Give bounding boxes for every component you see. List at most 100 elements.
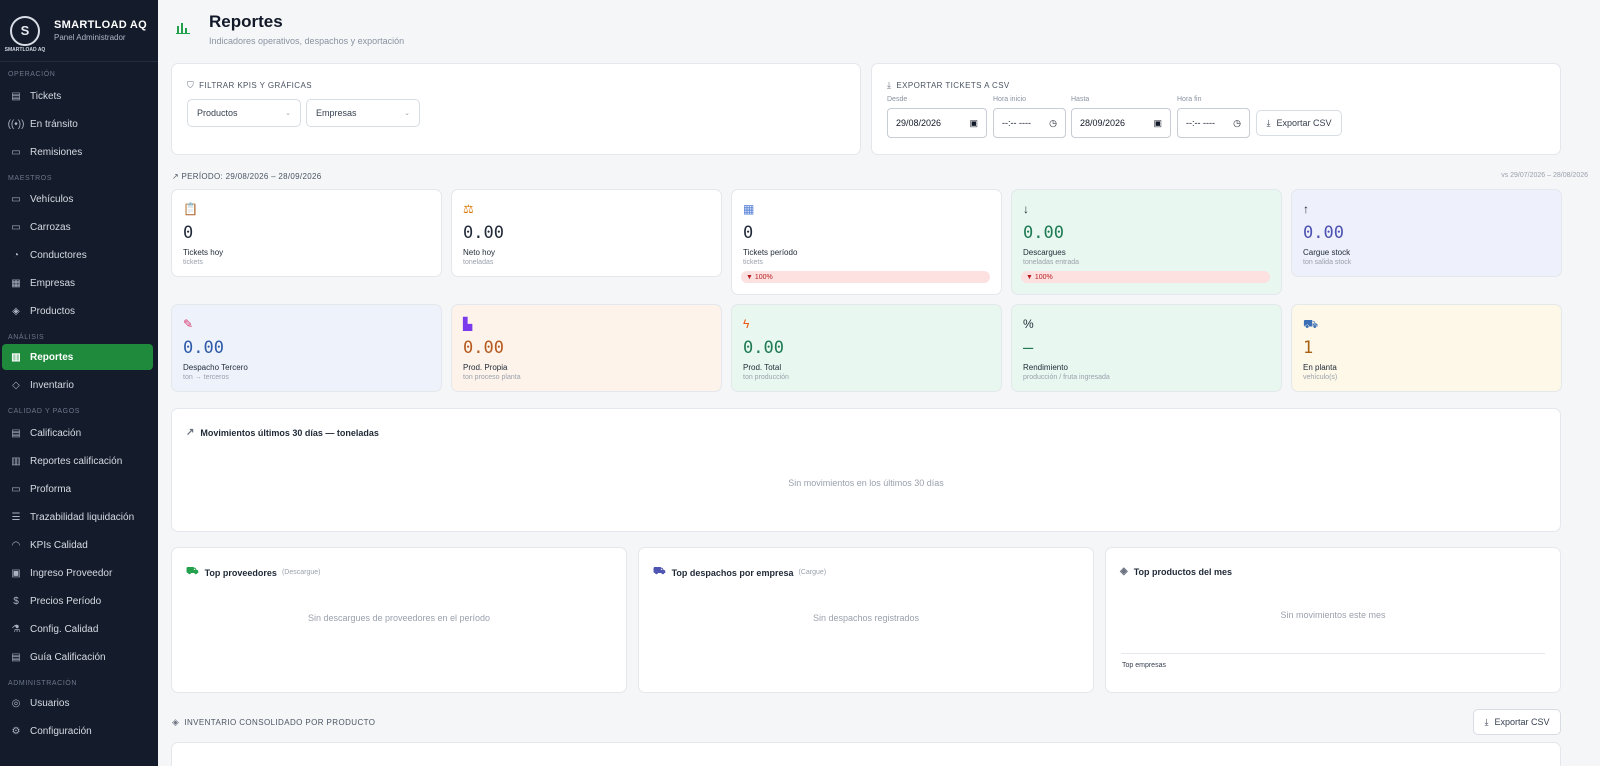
kpi-sub: ton producción: [743, 374, 789, 381]
kpi-card: % — Rendimiento producción / fruta ingresad…: [1011, 304, 1282, 392]
top-suppliers-card: ⛟ Top proveedores (Descargue) Sin descargu…: [171, 547, 627, 693]
sidebar-item-en-transito[interactable]: ((•)) En tránsito: [2, 111, 153, 137]
top-dispatches-empty: Sin despachos registrados: [812, 613, 920, 623]
truck-icon: ⛟: [653, 566, 666, 577]
kpi-value: 0.00: [463, 223, 504, 243]
kpi-card: ✎ 0.00 Despacho Tercero ton → terceros: [171, 304, 442, 392]
bar-chart-icon: ▥: [11, 351, 21, 363]
top-companies-label: Top empresas: [1122, 662, 1166, 669]
bolt-icon: ϟ: [743, 317, 750, 331]
download-icon: ⤓: [1266, 117, 1271, 128]
layers-icon: ◇: [12, 379, 20, 391]
scale-icon: ⚖: [463, 202, 474, 216]
sidebar-item-configuracion[interactable]: ⚙ Configuración: [2, 718, 153, 744]
download-icon: ⤓: [887, 80, 892, 90]
kpi-card: ↓ 0.00 Descargues toneladas entrada ▼ 100%: [1011, 189, 1282, 295]
sidebar-item-calificacion[interactable]: ▤ Calificación: [2, 420, 153, 446]
dollar-icon: $: [13, 595, 19, 607]
kpi-card: ⚖ 0.00 Neto hoy toneladas: [451, 189, 722, 277]
inventory-export-button[interactable]: ⤓ Exportar CSV: [1473, 709, 1561, 735]
sidebar-item-trazabilidad[interactable]: ☰ Trazabilidad liquidación: [2, 504, 153, 530]
sidebar-item-proforma[interactable]: ▭ Proforma: [2, 476, 153, 502]
chevron-down-icon: ⌄: [285, 110, 291, 117]
arrow-down-icon: ↓: [1023, 202, 1029, 216]
clipboard-check-icon: ▤: [11, 427, 21, 439]
kpi-change-badge: ▼ 100%: [1021, 271, 1270, 283]
sidebar-item-inventario[interactable]: ◇ Inventario: [2, 372, 153, 398]
divider: [1121, 653, 1545, 654]
building-icon: ▦: [11, 277, 21, 289]
sidebar-item-remisiones[interactable]: ▭ Remisiones: [2, 139, 153, 165]
sidebar-item-tickets[interactable]: ▤ Tickets: [2, 83, 153, 109]
calendar-icon: ▦: [743, 202, 755, 216]
start-time-label: Hora inicio: [993, 96, 1027, 103]
kpi-value: 0.00: [743, 338, 784, 358]
to-label: Hasta: [1071, 96, 1090, 103]
sidebar-item-empresas[interactable]: ▦ Empresas: [2, 270, 153, 296]
kpi-value: 1: [1303, 338, 1314, 358]
from-label: Desde: [887, 96, 908, 103]
start-time-input[interactable]: --:-- ---- ◷: [993, 108, 1066, 138]
page-title: Reportes: [209, 12, 283, 31]
export-csv-button[interactable]: ⤓ Exportar CSV: [1256, 110, 1342, 136]
sliders-icon: ☰: [11, 511, 21, 523]
brand-logo: S SMARTLOAD AQ: [5, 15, 45, 53]
book-icon: ▤: [11, 651, 21, 663]
sidebar-item-conductores[interactable]: ◔ Conductores: [2, 242, 153, 268]
sidebar-item-kpis-calidad[interactable]: ◠ KPIs Calidad: [2, 532, 153, 558]
sidebar-item-precios-periodo[interactable]: $ Precios Período: [2, 588, 153, 614]
movements-card: ↗ Movimientos últimos 30 días — toneladas…: [171, 408, 1561, 532]
products-select[interactable]: Productos ⌄: [187, 99, 301, 127]
sidebar-item-usuarios[interactable]: ◎ Usuarios: [2, 690, 153, 716]
sidebar-item-reportes[interactable]: ▥ Reportes: [2, 344, 153, 370]
trend-icon: ↗: [172, 172, 182, 181]
bar-chart-icon: ▥: [11, 455, 21, 467]
kpi-card: ϟ 0.00 Prod. Total ton producción: [731, 304, 1002, 392]
flask-icon: ⚗: [11, 623, 21, 635]
sidebar-item-productos[interactable]: ◈ Productos: [2, 298, 153, 324]
period-label: ↗ PERÍODO: 29/08/2026 – 28/09/2026: [172, 172, 322, 181]
companies-select[interactable]: Empresas ⌄: [306, 99, 420, 127]
top-suppliers-title: ⛟ Top proveedores (Descargue): [186, 566, 321, 578]
bar-chart-icon: [176, 20, 192, 36]
sidebar-item-config-calidad[interactable]: ⚗ Config. Calidad: [2, 616, 153, 642]
truck-icon: ⛟: [186, 566, 199, 577]
calendar-icon: ▣: [1153, 117, 1162, 128]
top-products-title: ◈ Top productos del mes: [1120, 566, 1233, 577]
trend-icon: ↗: [186, 427, 195, 438]
top-products-empty: Sin movimientos este mes: [1280, 610, 1386, 620]
inventory-card: [171, 742, 1561, 766]
inbox-icon: ▣: [11, 567, 21, 579]
sidebar-item-reportes-calificacion[interactable]: ▥ Reportes calificación: [2, 448, 153, 474]
brand-name: SMARTLOAD AQ: [54, 19, 148, 31]
end-time-input[interactable]: --:-- ---- ◷: [1177, 108, 1250, 138]
sidebar-item-carrozas[interactable]: ▭ Carrozas: [2, 214, 153, 240]
kpi-sub: tickets: [743, 259, 763, 266]
brand-logo-text: SMARTLOAD AQ: [4, 46, 46, 53]
top-dispatches-title: ⛟ Top despachos por empresa (Cargue): [653, 566, 827, 578]
sidebar-item-vehiculos[interactable]: ▭ Vehículos: [2, 186, 153, 212]
top-dispatches-card: ⛟ Top despachos por empresa (Cargue) Sin d…: [638, 547, 1094, 693]
top-products-card: ◈ Top productos del mes Sin movimientos e…: [1105, 547, 1561, 693]
sidebar: S SMARTLOAD AQ SMARTLOAD AQ Panel Admini…: [0, 0, 158, 766]
shield-icon: ◎: [11, 697, 21, 709]
filter-label: ⛉ FILTRAR KPIS Y GRÁFICAS: [187, 80, 312, 90]
kpi-label: Cargue stock: [1303, 248, 1351, 257]
kpi-sub: tickets: [183, 259, 203, 266]
top-suppliers-empty: Sin descargues de proveedores en el perí…: [307, 613, 491, 623]
kpi-value: 0.00: [463, 338, 504, 358]
filter-icon: ⛉: [187, 80, 195, 90]
kpi-label: Rendimiento: [1023, 363, 1068, 372]
end-time-label: Hora fin: [1177, 96, 1202, 103]
package-icon: ◈: [12, 305, 20, 317]
kpi-card: ▙ 0.00 Prod. Propia ton proceso planta: [451, 304, 722, 392]
kpi-label: Despacho Tercero: [183, 363, 248, 372]
clipboard-icon: ▤: [11, 90, 21, 102]
sidebar-item-ingreso-proveedor[interactable]: ▣ Ingreso Proveedor: [2, 560, 153, 586]
nav-section-admin: ADMINISTRACIÓN: [8, 680, 78, 687]
from-date-input[interactable]: 29/08/2026 ▣: [887, 108, 987, 138]
kpi-card: 📋 0 Tickets hoy tickets: [171, 189, 442, 277]
sidebar-item-guia-calificacion[interactable]: ▤ Guía Calificación: [2, 644, 153, 670]
to-date-input[interactable]: 28/09/2026 ▣: [1071, 108, 1171, 138]
factory-icon: ▙: [463, 317, 473, 331]
